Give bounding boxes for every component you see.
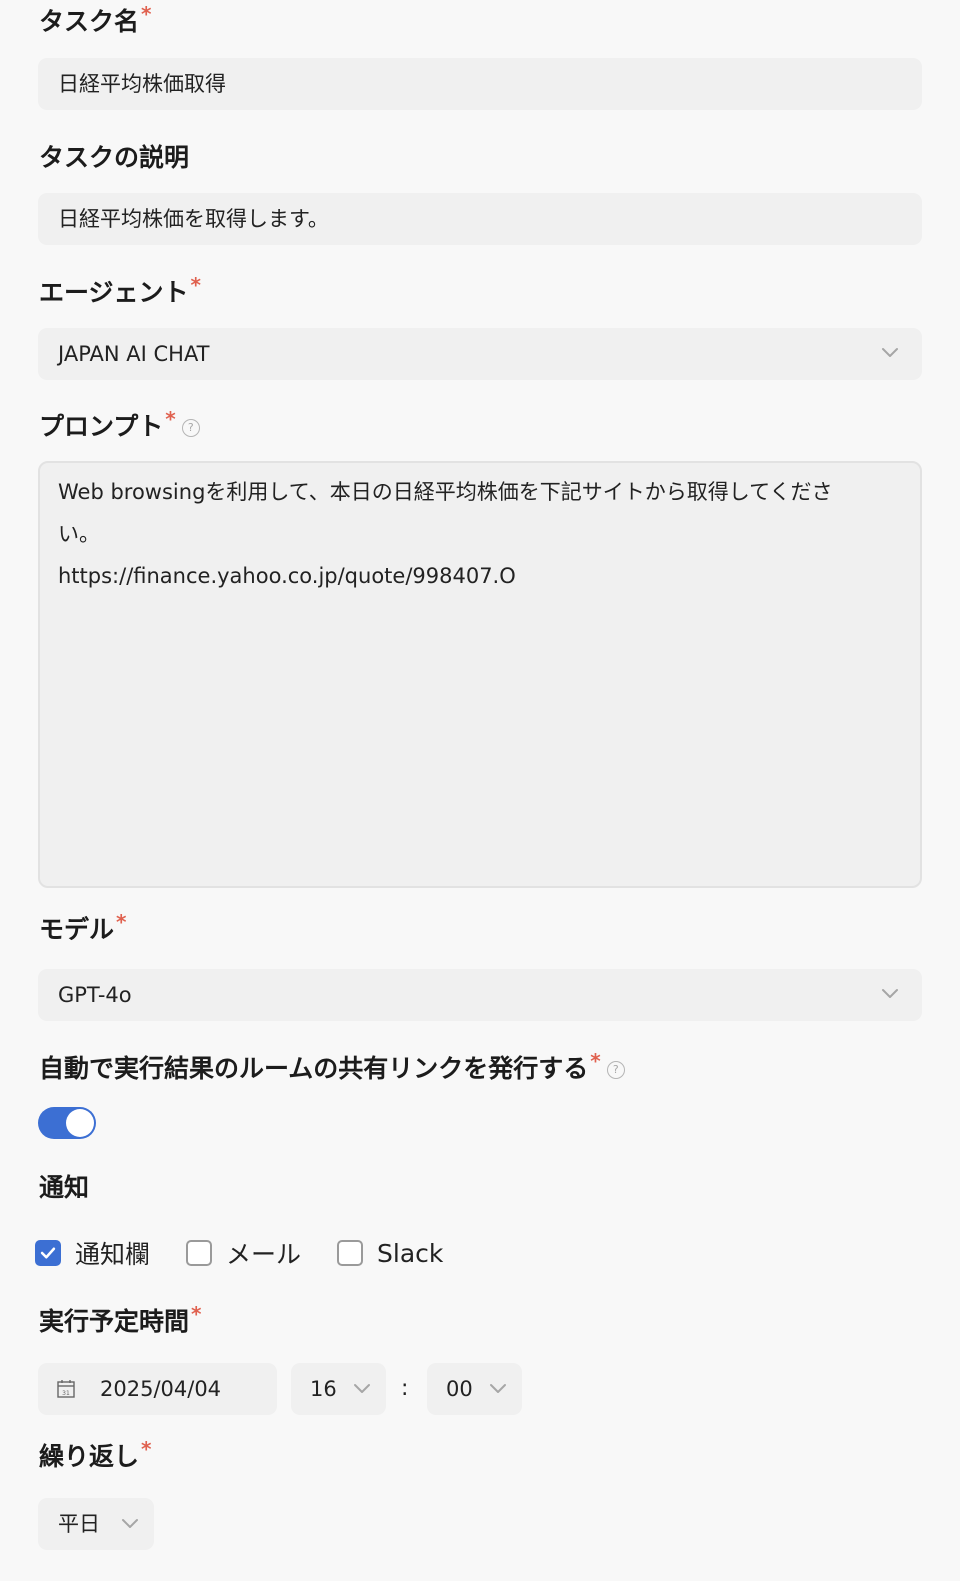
task-description-value: 日経平均株価を取得します。 [58,207,329,231]
task-name-label: タスク名 * [39,2,152,39]
hour-select[interactable]: 16 [291,1363,386,1415]
model-select[interactable]: GPT-4o [38,969,922,1021]
schedule-label: 実行予定時間 * [39,1302,202,1339]
chevron-down-icon [882,348,898,357]
agent-select-value: JAPAN AI CHAT [58,342,210,366]
agent-label-text: エージェント [39,278,189,307]
help-icon[interactable]: ? [606,1061,625,1079]
checkbox-label: Slack [377,1238,444,1268]
time-separator: : [401,1376,409,1401]
notification-label: 通知 [39,1171,89,1205]
schedule-label-text: 実行予定時間 [39,1307,190,1336]
share-link-label-text: 自動で実行結果のルームの共有リンクを発行する [39,1054,589,1083]
date-value: 2025/04/04 [100,1377,222,1401]
task-description-label: タスクの説明 [39,141,189,175]
share-link-toggle[interactable] [38,1107,96,1139]
task-description-label-text: タスクの説明 [39,143,190,172]
chevron-down-icon [122,1519,138,1528]
model-label-text: モデル [39,915,115,944]
notification-option-email[interactable]: メール [186,1235,301,1271]
repeat-label-text: 繰り返し [39,1442,140,1471]
checkbox[interactable] [186,1240,213,1266]
notification-option-slack[interactable]: Slack [337,1239,443,1268]
minute-value: 00 [446,1377,473,1401]
notification-options: 通知欄 メール Slack [35,1235,479,1271]
prompt-line: https://finance.yahoo.co.jp/quote/998407… [58,564,516,588]
help-icon[interactable]: ? [181,419,200,437]
agent-select[interactable]: JAPAN AI CHAT [38,328,922,380]
calendar-icon: 31 [57,1380,75,1398]
prompt-label: プロンプト * ? [39,407,200,444]
task-description-input[interactable]: 日経平均株価を取得します。 [38,193,922,245]
checkbox-label: 通知欄 [75,1240,151,1269]
check-icon [40,1247,56,1259]
repeat-select[interactable]: 平日 [38,1498,154,1550]
required-asterisk: * [141,2,152,26]
notification-option-inbox[interactable]: 通知欄 [35,1235,150,1271]
task-name-label-text: タスク名 [39,7,140,36]
share-link-label: 自動で実行結果のルームの共有リンクを発行する * ? [39,1049,625,1086]
prompt-textarea[interactable]: Web browsingを利用して、本日の日経平均株価を下記サイトから取得してく… [38,461,922,888]
repeat-value: 平日 [58,1512,100,1536]
task-name-value: 日経平均株価取得 [58,72,226,96]
required-asterisk: * [165,407,176,431]
checkbox-label: メール [226,1240,302,1269]
notification-label-text: 通知 [39,1173,90,1202]
prompt-line: Web browsingを利用して、本日の日経平均株価を下記サイトから取得してく… [58,480,833,504]
required-asterisk: * [590,1049,601,1073]
chevron-down-icon [882,989,898,998]
toggle-knob [66,1109,94,1137]
repeat-label: 繰り返し * [39,1437,152,1474]
chevron-down-icon [490,1384,506,1393]
task-name-input[interactable]: 日経平均株価取得 [38,58,922,110]
calendar-day: 31 [62,1390,70,1397]
prompt-label-text: プロンプト [39,412,164,441]
date-picker[interactable]: 31 2025/04/04 [38,1363,277,1415]
agent-label: エージェント * [39,273,201,310]
required-asterisk: * [141,1437,152,1461]
prompt-line: い。 [58,522,100,546]
model-select-value: GPT-4o [58,983,132,1007]
checkbox[interactable] [35,1240,61,1266]
chevron-down-icon [354,1384,370,1393]
required-asterisk: * [190,273,201,297]
hour-value: 16 [310,1377,337,1401]
required-asterisk: * [116,910,127,934]
minute-select[interactable]: 00 [427,1363,522,1415]
required-asterisk: * [191,1302,202,1326]
model-label: モデル * [39,910,127,947]
checkbox[interactable] [337,1240,364,1266]
